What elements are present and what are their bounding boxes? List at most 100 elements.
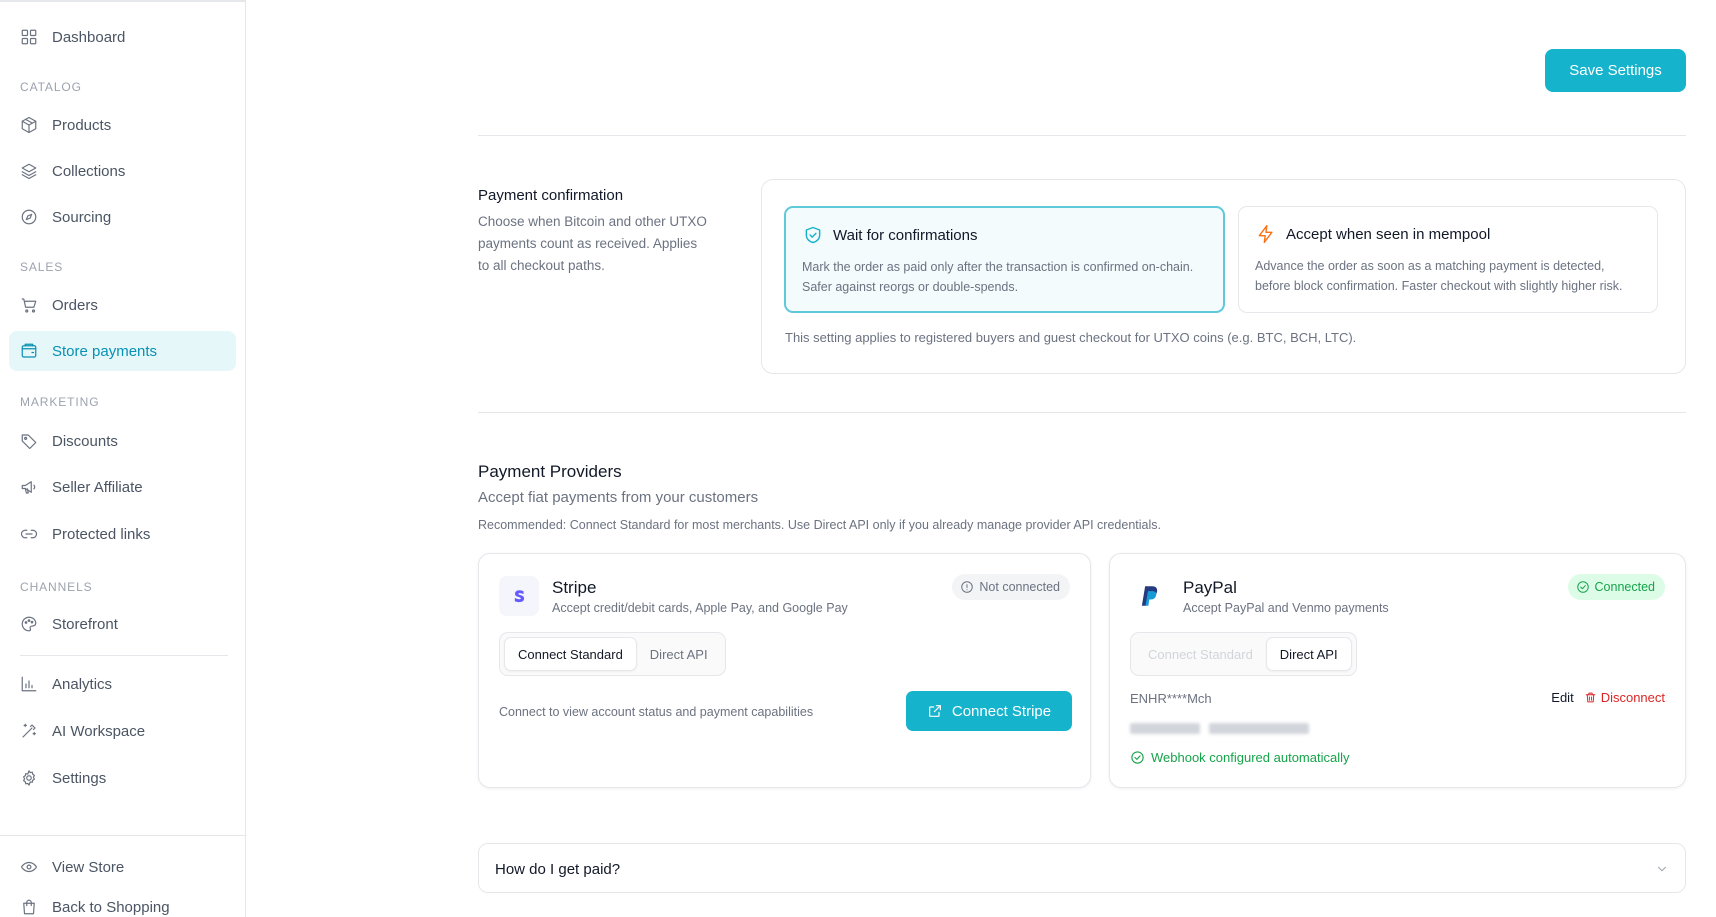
paypal-name: PayPal xyxy=(1183,578,1237,597)
external-link-icon xyxy=(928,705,941,717)
option-accept-in-mempool[interactable]: Accept when seen in mempool Advance the … xyxy=(1238,206,1658,313)
check-circle-icon xyxy=(1576,581,1589,593)
section-divider xyxy=(478,412,1686,413)
sidebar-item-label: Protected links xyxy=(52,525,151,543)
check-circle-icon xyxy=(1131,751,1144,764)
sidebar-item-protected-links[interactable]: Protected links xyxy=(9,514,236,554)
sidebar-item-label: Products xyxy=(52,116,112,134)
sidebar-item-view-store[interactable]: View Store xyxy=(9,847,236,887)
faq-question: How do I get paid? xyxy=(495,861,621,878)
sidebar-item-sourcing[interactable]: Sourcing xyxy=(9,197,236,237)
sidebar-item-settings[interactable]: Settings xyxy=(9,758,236,798)
sidebar-item-discounts[interactable]: Discounts xyxy=(9,421,236,461)
sidebar-section-marketing: MARKETING xyxy=(20,395,100,409)
sidebar: Dashboard CATALOG Products Collections S… xyxy=(0,0,246,917)
sidebar-bottom-divider xyxy=(0,835,246,836)
payment-providers-subtitle: Accept fiat payments from your customers xyxy=(478,489,759,506)
package-icon xyxy=(20,116,38,134)
sidebar-section-channels: CHANNELS xyxy=(20,580,93,594)
payment-confirmation-card: Wait for confirmations Mark the order as… xyxy=(761,179,1686,374)
wallet-icon xyxy=(20,342,38,360)
sidebar-item-back-to-shopping[interactable]: Back to Shopping xyxy=(9,887,236,917)
paypal-logo xyxy=(1130,576,1170,616)
shield-check-icon xyxy=(805,226,821,244)
link-icon xyxy=(20,525,38,543)
stripe-mode-toggle: Connect Standard Direct API xyxy=(499,632,726,676)
paypal-description: Accept PayPal and Venmo payments xyxy=(1183,601,1389,615)
status-text: Not connected xyxy=(979,580,1060,594)
sidebar-item-label: AI Workspace xyxy=(52,722,146,740)
paypal-mode-toggle: Connect Standard Direct API xyxy=(1130,632,1357,676)
stripe-description: Accept credit/debit cards, Apple Pay, an… xyxy=(552,601,848,615)
magic-wand-icon xyxy=(20,722,38,740)
paypal-client-id: ENHR****Mch xyxy=(1130,691,1212,706)
sidebar-item-seller-affiliate[interactable]: Seller Affiliate xyxy=(9,467,236,507)
payment-confirmation-description: Choose when Bitcoin and other UTXO payme… xyxy=(478,214,707,273)
cart-icon xyxy=(20,296,38,314)
sidebar-item-store-payments[interactable]: Store payments xyxy=(9,331,236,371)
disconnect-label: Disconnect xyxy=(1600,690,1665,705)
sidebar-item-products[interactable]: Products xyxy=(9,105,236,145)
webhook-status-text: Webhook configured automatically xyxy=(1151,750,1350,765)
sidebar-item-label: Collections xyxy=(52,162,126,180)
sidebar-item-label: Settings xyxy=(52,769,107,787)
disconnect-paypal-button[interactable]: Disconnect xyxy=(1584,690,1665,705)
stripe-logo xyxy=(499,576,539,616)
payment-providers-title: Payment Providers xyxy=(478,462,622,481)
palette-icon xyxy=(20,615,38,633)
sidebar-item-storefront[interactable]: Storefront xyxy=(9,604,236,644)
sidebar-section-sales: SALES xyxy=(20,260,64,274)
stripe-name: Stripe xyxy=(552,578,597,597)
sidebar-item-label: Orders xyxy=(52,296,98,314)
option-description: Mark the order as paid only after the tr… xyxy=(802,260,1194,294)
option-description: Advance the order as soon as a matching … xyxy=(1255,259,1623,293)
status-text: Connected xyxy=(1594,580,1655,594)
paypal-credential-actions: Edit Disconnect xyxy=(1551,690,1665,705)
sidebar-item-label: Sourcing xyxy=(52,208,112,226)
edit-credentials-button[interactable]: Edit xyxy=(1551,690,1573,705)
sidebar-item-collections[interactable]: Collections xyxy=(9,151,236,191)
trash-icon xyxy=(1585,692,1596,703)
lightning-icon xyxy=(1258,224,1273,244)
stripe-provider-card: Stripe Accept credit/debit cards, Apple … xyxy=(478,553,1091,788)
sidebar-item-label: Store payments xyxy=(52,342,158,360)
webhook-status: Webhook configured automatically xyxy=(1130,750,1350,765)
sidebar-item-label: Analytics xyxy=(52,675,113,693)
stripe-connect-hint: Connect to view account status and payme… xyxy=(499,705,814,719)
sidebar-item-label: Back to Shopping xyxy=(52,898,170,916)
info-icon xyxy=(961,581,974,593)
layers-icon xyxy=(20,162,38,180)
sidebar-item-ai-workspace[interactable]: AI Workspace xyxy=(9,711,236,751)
sidebar-item-orders[interactable]: Orders xyxy=(9,285,236,325)
sidebar-item-analytics[interactable]: Analytics xyxy=(9,664,236,704)
sidebar-item-label: View Store xyxy=(52,858,125,876)
payment-confirmation-title: Payment confirmation xyxy=(478,187,624,204)
chevron-down-icon xyxy=(1657,866,1667,872)
option-wait-for-confirmations[interactable]: Wait for confirmations Mark the order as… xyxy=(784,206,1225,313)
gear-icon xyxy=(20,769,38,787)
compass-icon xyxy=(20,208,38,226)
paypal-status-badge: Connected xyxy=(1567,574,1665,600)
option-label: Wait for confirmations xyxy=(833,226,978,244)
sidebar-item-label: Dashboard xyxy=(52,28,126,46)
paypal-direct-api-tab[interactable]: Direct API xyxy=(1265,637,1352,671)
grid-icon xyxy=(20,28,38,46)
faq-accordion-get-paid[interactable]: How do I get paid? xyxy=(478,843,1686,893)
stripe-direct-api-tab[interactable]: Direct API xyxy=(637,637,721,671)
connect-stripe-button[interactable]: Connect Stripe xyxy=(906,691,1072,731)
sidebar-item-label: Storefront xyxy=(52,615,118,633)
save-settings-button[interactable]: Save Settings xyxy=(1545,49,1686,92)
payment-providers-recommendation: Recommended: Connect Standard for most m… xyxy=(478,518,1161,532)
stripe-connect-standard-tab[interactable]: Connect Standard xyxy=(504,637,637,671)
paypal-provider-card: PayPal Accept PayPal and Venmo payments … xyxy=(1109,553,1686,788)
bar-chart-icon xyxy=(20,675,38,693)
section-divider xyxy=(478,135,1686,136)
option-label: Accept when seen in mempool xyxy=(1286,225,1491,243)
payment-confirmation-note: This setting applies to registered buyer… xyxy=(785,330,1357,345)
paypal-connect-standard-tab[interactable]: Connect Standard xyxy=(1135,637,1266,671)
sidebar-item-label: Seller Affiliate xyxy=(52,478,143,496)
sidebar-item-dashboard[interactable]: Dashboard xyxy=(9,17,236,57)
sidebar-divider xyxy=(20,655,228,656)
connect-stripe-label: Connect Stripe xyxy=(951,702,1052,720)
sidebar-section-catalog: CATALOG xyxy=(20,80,82,94)
